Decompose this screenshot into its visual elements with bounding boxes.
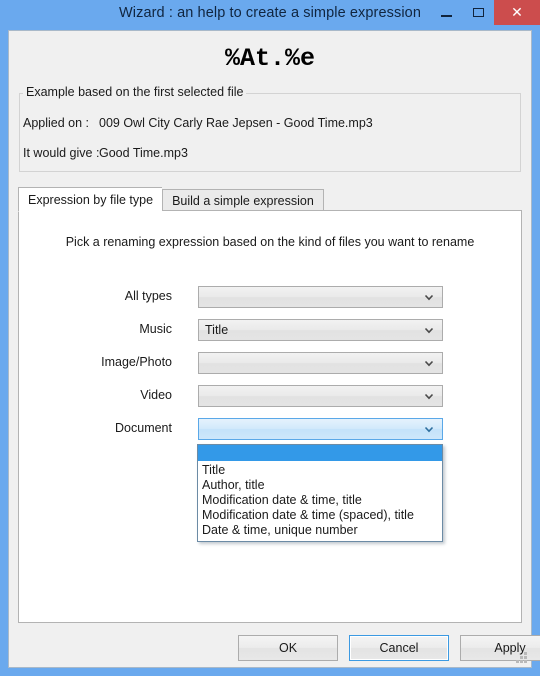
- combo-video[interactable]: [198, 385, 443, 407]
- would-give-label: It would give :: [23, 146, 100, 160]
- example-groupbox: [19, 93, 521, 172]
- field-row-music: Music Title: [94, 319, 444, 341]
- dropdown-items: Title Author, title Modification date & …: [197, 461, 443, 542]
- close-button[interactable]: ✕: [494, 0, 540, 25]
- maximize-icon: [472, 8, 484, 17]
- expression-preview: %At.%e: [224, 44, 315, 73]
- tab-expression-by-file-type[interactable]: Expression by file type: [18, 187, 163, 212]
- combo-document[interactable]: [198, 418, 443, 440]
- chevron-down-icon: [423, 357, 435, 369]
- ok-button[interactable]: OK: [238, 635, 338, 661]
- chevron-down-icon: [423, 423, 435, 435]
- applied-on-label: Applied on :: [23, 116, 90, 130]
- application-window: Wizard : an help to create a simple expr…: [0, 0, 540, 676]
- field-label-all-types: All types: [124, 289, 172, 303]
- tab-label: Expression by file type: [28, 192, 154, 207]
- combo-music[interactable]: Title: [198, 319, 443, 341]
- window-controls: ✕: [430, 0, 540, 30]
- chevron-down-icon: [423, 291, 435, 303]
- combo-value-music: Title: [205, 323, 229, 337]
- maximize-button[interactable]: [462, 0, 494, 25]
- panel-instruction: Pick a renaming expression based on the …: [65, 235, 475, 249]
- field-row-video: Video: [94, 385, 444, 407]
- dropdown-item[interactable]: Title: [198, 463, 442, 478]
- tab-strip: Expression by file type Build a simple e…: [18, 186, 324, 212]
- minimize-button[interactable]: [430, 0, 462, 25]
- dropdown-item[interactable]: Date & time, unique number: [198, 523, 442, 538]
- dialog-window: Wizard : an help to create a simple expr…: [0, 0, 540, 676]
- apply-button[interactable]: Apply: [460, 635, 540, 661]
- title-bar[interactable]: Wizard : an help to create a simple expr…: [0, 0, 540, 30]
- resize-grip[interactable]: [516, 652, 528, 664]
- cancel-button[interactable]: Cancel: [349, 635, 449, 661]
- tab-label: Build a simple expression: [172, 193, 314, 208]
- dropdown-item[interactable]: Modification date & time, title: [198, 493, 442, 508]
- chevron-down-icon: [423, 324, 435, 336]
- minimize-icon: [440, 14, 452, 17]
- close-icon: ✕: [511, 4, 523, 21]
- tab-build-a-simple-expression[interactable]: Build a simple expression: [162, 189, 324, 212]
- combo-all-types[interactable]: [198, 286, 443, 308]
- tab-panel: Pick a renaming expression based on the …: [18, 210, 522, 623]
- field-row-all-types: All types: [94, 286, 444, 308]
- dropdown-list-document[interactable]: Title Author, title Modification date & …: [197, 444, 443, 542]
- field-label-music: Music: [139, 322, 172, 336]
- dialog-footer: OK Cancel Apply: [9, 627, 540, 667]
- field-row-image-photo: Image/Photo: [94, 352, 444, 374]
- field-label-video: Video: [140, 388, 172, 402]
- applied-on-value: 009 Owl City Carly Rae Jepsen - Good Tim…: [99, 116, 373, 130]
- field-label-document: Document: [115, 421, 172, 435]
- example-groupbox-legend: Example based on the first selected file: [23, 85, 247, 99]
- would-give-value: Good Time.mp3: [99, 146, 188, 160]
- field-row-document: Document: [94, 418, 444, 440]
- dialog-client-area: %At.%e Example based on the first select…: [8, 30, 540, 668]
- dropdown-item-selected[interactable]: [197, 444, 443, 461]
- combo-image-photo[interactable]: [198, 352, 443, 374]
- dropdown-item[interactable]: Author, title: [198, 478, 442, 493]
- field-label-image-photo: Image/Photo: [101, 355, 172, 369]
- dropdown-item[interactable]: Modification date & time (spaced), title: [198, 508, 442, 523]
- chevron-down-icon: [423, 390, 435, 402]
